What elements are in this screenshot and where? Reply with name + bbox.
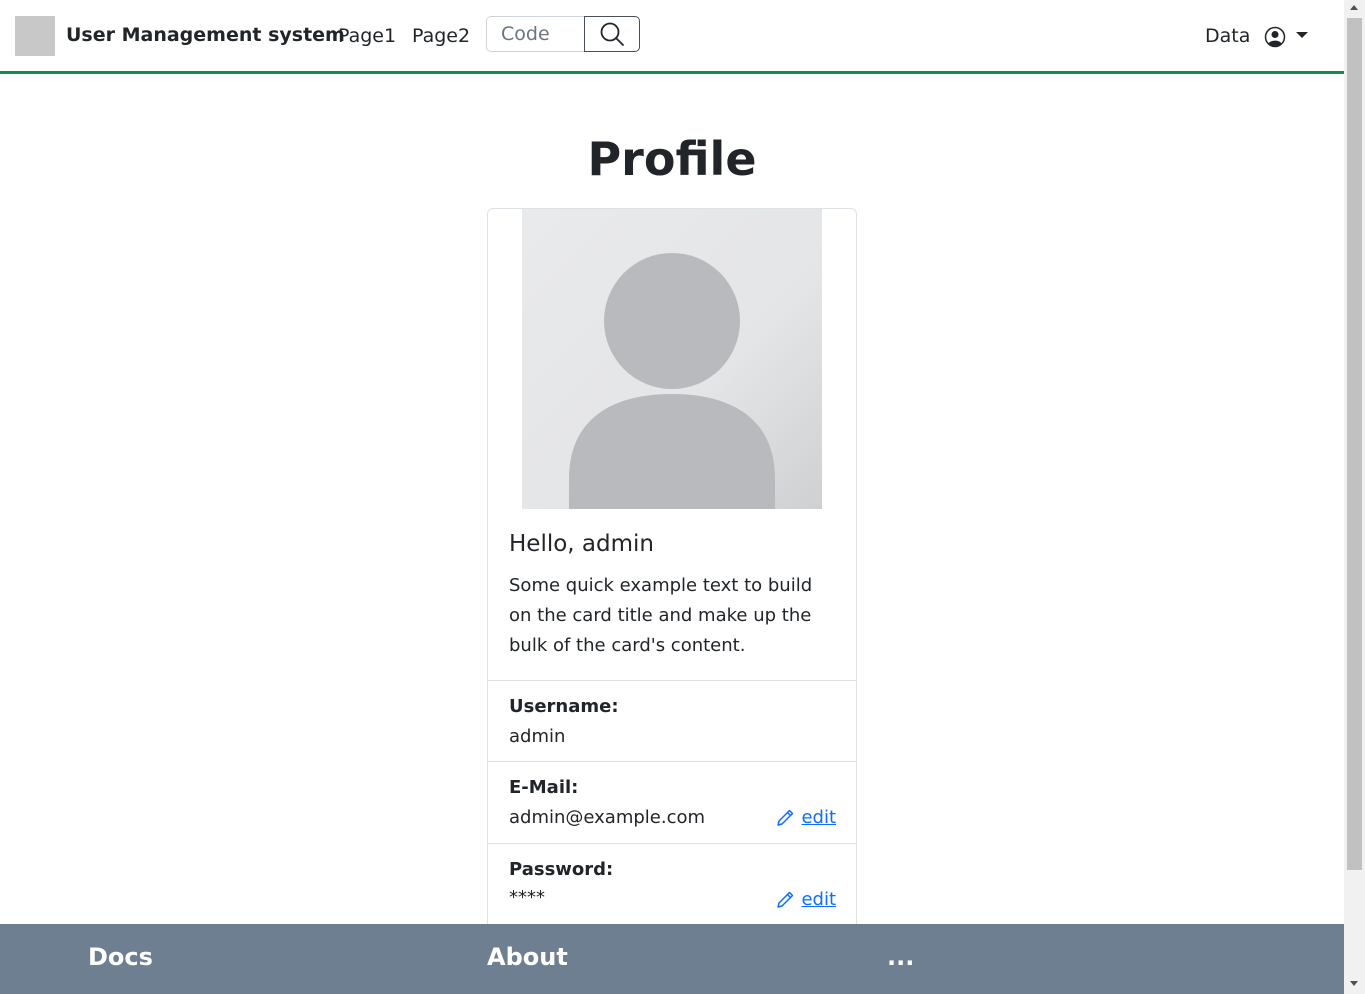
scroll-up-arrow-icon[interactable] <box>1350 5 1358 10</box>
navbar: User Management system Page1 Page2 Data <box>0 0 1344 74</box>
list-item-username: Username: admin <box>488 680 856 761</box>
field-value: admin <box>509 726 566 747</box>
user-circle-icon[interactable] <box>1264 26 1286 48</box>
profile-card: Hello, admin Some quick example text to … <box>487 208 857 940</box>
footer-link-about[interactable]: About <box>487 943 568 971</box>
search-icon <box>600 22 624 46</box>
footer-link-more[interactable]: ... <box>887 943 914 971</box>
edit-email-link[interactable]: edit <box>775 807 836 828</box>
scrollbar[interactable] <box>1344 0 1365 994</box>
field-value: **** <box>509 887 545 908</box>
footer-link-docs[interactable]: Docs <box>88 943 153 971</box>
field-label: Username: <box>509 696 619 717</box>
pencil-icon <box>777 891 794 908</box>
default-avatar-image <box>522 209 822 509</box>
card-title: Hello, admin <box>509 531 654 557</box>
edit-label[interactable]: edit <box>801 807 836 828</box>
field-value: admin@example.com <box>509 807 706 828</box>
brand-title[interactable]: User Management system <box>66 24 345 46</box>
pencil-icon <box>777 809 794 826</box>
nav-link-page2[interactable]: Page2 <box>412 25 470 47</box>
search-button[interactable] <box>584 16 640 52</box>
card-text: Some quick example text to build on the … <box>509 575 813 656</box>
scrollbar-thumb[interactable] <box>1347 18 1362 870</box>
edit-label[interactable]: edit <box>801 889 836 910</box>
field-label: E-Mail: <box>509 777 579 798</box>
search-input[interactable] <box>486 16 587 52</box>
edit-password-link[interactable]: edit <box>775 889 836 910</box>
list-item-email: E-Mail: admin@example.com edit <box>488 761 856 843</box>
field-label: Password: <box>509 859 614 880</box>
footer: Docs About ... <box>0 924 1344 994</box>
page-title: Profile <box>587 132 757 186</box>
user-menu-caret-icon[interactable] <box>1296 32 1308 38</box>
logo[interactable] <box>15 16 55 56</box>
nav-link-data[interactable]: Data <box>1205 25 1250 47</box>
scroll-down-arrow-icon[interactable] <box>1350 981 1358 986</box>
nav-link-page1[interactable]: Page1 <box>338 25 396 47</box>
